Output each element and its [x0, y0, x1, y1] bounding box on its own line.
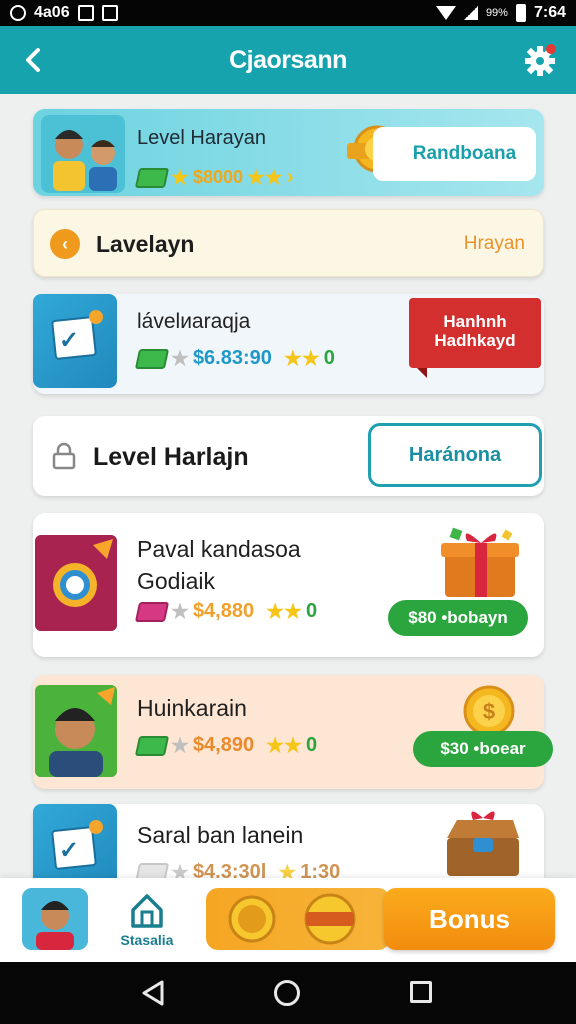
title-line: Paval kandasoa: [137, 536, 301, 562]
card-title: Level Harayan: [137, 127, 266, 149]
chevron-left-icon: [26, 48, 40, 72]
ribbon-line: Hadhkayd: [434, 331, 516, 350]
card-title: Paval kandasoa Godiaik: [137, 533, 301, 597]
cash-icon: [134, 735, 170, 756]
bottom-bar: Stasalia Bonus: [0, 878, 576, 962]
battery-icon: [515, 4, 526, 22]
ribbon-line: Hanhnh: [443, 312, 507, 331]
gallery-icon: [77, 5, 94, 21]
reward-row: ★ $4,890 ★★ 0: [134, 733, 318, 758]
svg-text:$: $: [483, 699, 495, 724]
star-icon: ★: [171, 862, 189, 878]
reward-amount: $8000: [192, 167, 243, 187]
star-icon: ★: [171, 735, 189, 757]
card-title: Huinkarain: [137, 695, 247, 721]
reward-claim-button[interactable]: $80 •bobayn: [388, 600, 528, 636]
level-list: Level Harayan ★ $8000 ★★ › Randboana ‹ L…: [0, 94, 576, 878]
level-banner-card[interactable]: Level Harayan ★ $8000 ★★ › Randboana: [33, 109, 544, 196]
notification-icon: [10, 5, 26, 21]
star-icon: ★★: [247, 167, 283, 189]
document-check-icon: ✓: [33, 294, 117, 388]
reward-row: ★ $8000 ★★ ›: [134, 165, 294, 190]
reward-amount: $6.83:90: [192, 347, 272, 369]
signal-icon: [463, 6, 478, 20]
rating-value: 0: [305, 600, 318, 622]
reward-amount: $4,880: [192, 600, 255, 622]
star-icon: ★★: [266, 735, 302, 757]
level-card[interactable]: Paval kandasoa Godiaik ★ $4,880 ★★ 0 $80…: [33, 513, 544, 657]
level-action-button[interactable]: Haránona: [368, 423, 542, 487]
promo-bar[interactable]: [206, 888, 390, 950]
card-title: lávelиaraqja: [137, 310, 251, 333]
treasure-chest-icon: [447, 811, 519, 876]
battery-percent: 99%: [485, 7, 508, 19]
star-icon: ★★: [266, 601, 302, 623]
rating-value: 1:30: [300, 861, 341, 878]
level-card[interactable]: Level Harlajn Haránona: [33, 416, 544, 496]
nav-back-icon[interactable]: [140, 979, 166, 1007]
arrow-left-circle-icon: ‹: [50, 229, 80, 259]
reward-claim-button[interactable]: $30 •boear: [413, 731, 553, 767]
reward-row: ★ $4.3:30l ★ 1:30: [134, 860, 341, 878]
promo-ribbon[interactable]: Hanhnh Hadhkayd: [409, 298, 541, 378]
app-header: Cjaorsann: [0, 26, 576, 94]
rating-value: 0: [323, 347, 335, 369]
cash-icon: [134, 348, 170, 369]
gear-icon: [525, 44, 556, 76]
star-icon: ★: [171, 601, 189, 623]
home-icon: [131, 894, 163, 928]
settings-button[interactable]: [522, 42, 558, 78]
gift-box-icon: [441, 527, 519, 597]
tab-home[interactable]: Stasalia: [112, 890, 182, 950]
cash-icon: [134, 862, 170, 878]
tab-home-label: Stasalia: [120, 932, 174, 948]
card-title: Saral ban lanein: [137, 822, 304, 848]
star-icon: ★: [171, 167, 189, 189]
level-card[interactable]: Huinkarain ★ $4,890 ★★ 0 $ $30 •boear: [33, 675, 553, 789]
star-icon: ★★: [283, 348, 320, 370]
clock: 7:64: [533, 4, 566, 21]
avatar-icon: [22, 888, 88, 950]
lock-icon: [52, 442, 76, 470]
nav-recents-icon[interactable]: [410, 981, 432, 1003]
person-icon: [35, 685, 117, 777]
cash-icon: [134, 167, 170, 188]
reward-row: ★ $6.83:90 ★★ 0: [134, 346, 335, 371]
characters-illustration: [41, 115, 125, 193]
cash-icon: [134, 601, 170, 622]
chevron-right-icon: ›: [286, 166, 294, 188]
status-text: 4a06: [34, 4, 70, 21]
reward-row: ★ $4,880 ★★ 0: [134, 599, 318, 624]
level-card[interactable]: ✓ Saral ban lanein ★ $4.3:30l ★ 1:30: [33, 804, 544, 878]
card-title: Lavelayn: [96, 231, 195, 257]
star-icon: ★: [278, 862, 297, 878]
rating-value: 0: [305, 734, 318, 756]
reward-amount: $4.3:30l: [192, 861, 267, 878]
nav-home-icon[interactable]: [274, 980, 300, 1006]
profile-avatar[interactable]: [22, 888, 88, 950]
star-icon: ★: [171, 348, 189, 370]
card-title: Level Harlajn: [93, 443, 249, 471]
wifi-icon: [435, 6, 456, 20]
reward-amount: $4,890: [192, 734, 255, 756]
status-bar: 4a06 99% 7:64: [0, 0, 576, 26]
title-line: Godiaik: [137, 568, 215, 594]
page-title: Cjaorsann: [229, 45, 347, 74]
system-nav-bar: [0, 962, 576, 1024]
level-header-row[interactable]: ‹ Lavelayn Hrayan: [33, 209, 544, 277]
level-banner-button[interactable]: Randboana: [373, 127, 536, 181]
target-icon: [35, 535, 117, 631]
mail-icon: [101, 5, 118, 21]
back-button[interactable]: [18, 44, 50, 76]
card-link[interactable]: Hrayan: [464, 233, 525, 255]
medal-icon: [228, 893, 356, 945]
document-check-icon: ✓: [33, 804, 117, 878]
level-card[interactable]: ✓ lávelиaraqja ★ $6.83:90 ★★ 0 Hanhnh Ha…: [33, 294, 544, 394]
bonus-button[interactable]: Bonus: [384, 888, 555, 950]
